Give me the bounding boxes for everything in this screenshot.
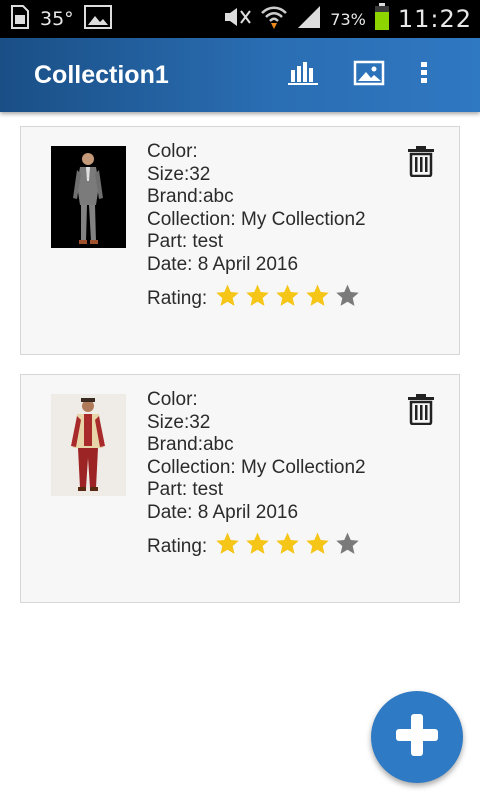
mute-icon (222, 5, 252, 34)
date-text: Date: 8 April 2016 (147, 253, 299, 275)
collection-item-card[interactable]: Color: Size:32 Brand:abc Collection: My … (20, 126, 460, 355)
size-text: Size:32 (147, 163, 211, 185)
chart-button[interactable] (286, 58, 320, 92)
delete-button[interactable] (406, 145, 436, 178)
more-vert-icon (419, 60, 429, 91)
product-thumbnail[interactable] (51, 146, 126, 248)
status-bar: 35° 73% 11:22 (0, 0, 480, 38)
star-filled-icon[interactable] (245, 283, 270, 308)
star-filled-icon[interactable] (275, 283, 300, 308)
star-filled-icon[interactable] (215, 283, 240, 308)
color-text: Color: (147, 141, 198, 162)
rating-label: Rating: (147, 535, 208, 557)
item-details: Color: Size:32 Brand:abc Collection: My … (147, 389, 407, 558)
star-filled-icon[interactable] (215, 531, 240, 556)
star-filled-icon[interactable] (245, 531, 270, 556)
gallery-notification-icon (83, 4, 112, 34)
brand-text: Brand:abc (147, 434, 234, 455)
product-thumbnail[interactable] (51, 394, 126, 496)
plus-icon (394, 712, 440, 763)
more-options-button[interactable] (407, 58, 441, 92)
star-empty-icon[interactable] (335, 283, 360, 308)
item-details: Color: Size:32 Brand:abc Collection: My … (147, 141, 407, 310)
add-item-button[interactable] (371, 691, 463, 783)
part-text: Part: test (147, 231, 224, 252)
delete-button[interactable] (406, 393, 436, 426)
bar-chart-icon (287, 60, 319, 91)
page-title: Collection1 (34, 61, 169, 89)
temperature-text: 35° (40, 8, 74, 30)
star-empty-icon[interactable] (335, 531, 360, 556)
battery-percent-text: 73% (330, 9, 366, 29)
rating-row: Rating: (147, 280, 407, 310)
battery-icon (374, 2, 390, 36)
part-text: Part: test (147, 479, 224, 500)
trash-icon (406, 146, 436, 181)
collection-text: Collection: My Collection2 (147, 208, 366, 230)
rating-stars[interactable] (215, 283, 360, 308)
color-text: Color: (147, 389, 198, 410)
app-bar: Collection1 (0, 38, 480, 112)
size-text: Size:32 (147, 411, 211, 433)
brand-text: Brand:abc (147, 186, 234, 207)
date-text: Date: 8 April 2016 (147, 501, 299, 523)
trash-icon (406, 394, 436, 429)
sim-card-icon (10, 4, 30, 35)
signal-icon (296, 4, 322, 35)
wifi-icon (260, 3, 288, 36)
star-filled-icon[interactable] (275, 531, 300, 556)
rating-row: Rating: (147, 528, 407, 558)
star-filled-icon[interactable] (305, 531, 330, 556)
collection-item-card[interactable]: Color: Size:32 Brand:abc Collection: My … (20, 374, 460, 603)
image-icon (353, 60, 385, 91)
collection-text: Collection: My Collection2 (147, 456, 366, 478)
rating-label: Rating: (147, 287, 208, 309)
clock-text: 11:22 (397, 5, 472, 33)
rating-stars[interactable] (215, 531, 360, 556)
star-filled-icon[interactable] (305, 283, 330, 308)
image-button[interactable] (352, 58, 386, 92)
